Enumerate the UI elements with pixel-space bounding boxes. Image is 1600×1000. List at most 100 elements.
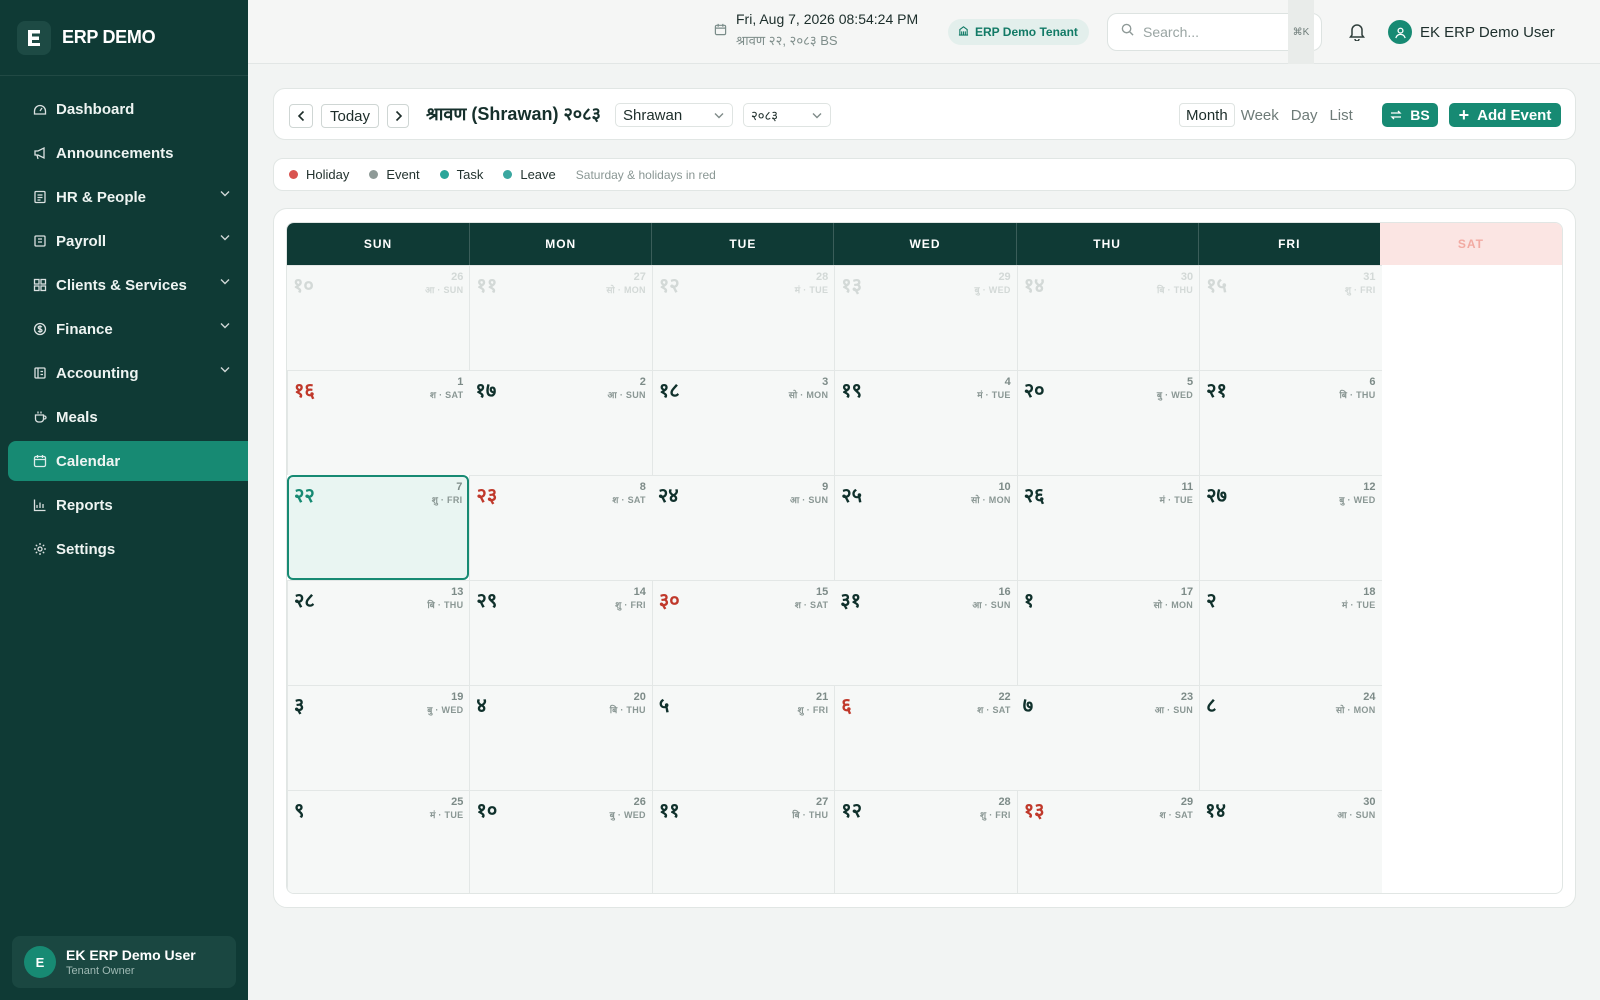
day-cell[interactable]: ६ 22 श · SAT	[834, 685, 1017, 790]
sidebar-item-calendar[interactable]: Calendar	[8, 441, 248, 481]
day-cell[interactable]: ८ 24 सो · MON	[1199, 685, 1382, 790]
weekday-mon: MON	[469, 223, 652, 265]
day-cell[interactable]: ३ 19 बु · WED	[287, 685, 470, 790]
header-user-menu[interactable]: EK ERP Demo User	[1388, 20, 1555, 44]
weekday-label: सो · MON	[971, 495, 1011, 505]
ad-day-number: 24	[1363, 691, 1376, 703]
bs-day-number: १०	[293, 273, 314, 297]
day-cell[interactable]: १९ 4 मं · TUE	[834, 370, 1017, 475]
year-select[interactable]: २०८३	[743, 103, 831, 127]
day-cell[interactable]: २६ 11 मं · TUE	[1016, 475, 1200, 580]
bs-day-number: १	[1023, 588, 1035, 612]
search-input[interactable]	[1143, 24, 1283, 40]
bs-day-number: २९	[476, 588, 498, 612]
weekday-label: श · SAT	[1159, 810, 1194, 820]
day-cell[interactable]: १४ 30 बि · THU	[1016, 265, 1200, 370]
sidebar-nav: Dashboard Announcements HR & People Payroll…	[0, 76, 248, 569]
ad-day-number: 3	[822, 376, 829, 388]
prev-month-button[interactable]	[289, 104, 313, 128]
day-cell[interactable]: २० 5 बु · WED	[1016, 370, 1200, 475]
day-cell[interactable]: २४ 9 आ · SUN	[651, 475, 835, 580]
bs-day-number: ६	[841, 693, 852, 717]
bs-day-number: १३	[1023, 798, 1045, 822]
sidebar-item-dashboard[interactable]: Dashboard	[8, 89, 248, 129]
chart-icon	[32, 497, 48, 513]
day-cell[interactable]: १५ 31 शु · FRI	[1199, 265, 1382, 370]
month-grid: SUN MON TUE WED THU FRI SAT १० 26 आ · SUN ११ 27 सो …	[286, 222, 1563, 894]
weekday-label: मं · TUE	[794, 285, 829, 295]
view-tab-month[interactable]: Month	[1179, 103, 1235, 127]
weekday-label: बु · WED	[1339, 495, 1376, 505]
ad-day-number: 10	[998, 481, 1011, 493]
ad-day-number: 28	[816, 271, 829, 283]
day-cell[interactable]: ३१ 16 आ · SUN	[834, 580, 1017, 685]
ad-day-number: 14	[633, 586, 646, 598]
day-cell[interactable]: ३० 15 श · SAT	[651, 580, 835, 685]
tenant-name: ERP Demo Tenant	[975, 25, 1078, 39]
day-cell[interactable]: १६ 1 श · SAT	[287, 370, 470, 475]
day-cell[interactable]: ५ 21 शु · FRI	[651, 685, 835, 790]
bs-day-number: १४	[1205, 798, 1226, 822]
day-cell[interactable]: १७ 2 आ · SUN	[469, 370, 652, 475]
ad-day-number: 27	[816, 796, 829, 808]
day-cell[interactable]: १२ 28 शु · FRI	[834, 790, 1017, 893]
month-select[interactable]: Shrawan	[615, 103, 733, 127]
day-cell[interactable]: १३ 29 बु · WED	[834, 265, 1017, 370]
ad-day-number: 2	[639, 376, 646, 388]
day-cell[interactable]: १८ 3 सो · MON	[651, 370, 835, 475]
next-month-button[interactable]	[387, 104, 409, 128]
header-user-name: EK ERP Demo User	[1420, 23, 1555, 41]
day-cell[interactable]: २९ 14 शु · FRI	[469, 580, 652, 685]
day-cell[interactable]: ११ 27 सो · MON	[469, 265, 652, 370]
view-tab-list[interactable]: List	[1323, 103, 1358, 127]
today-button[interactable]: Today	[321, 104, 379, 128]
day-cell[interactable]: १० 26 आ · SUN	[287, 265, 470, 370]
sidebar-item-announcements[interactable]: Announcements	[8, 133, 248, 173]
sidebar-item-label: Meals	[56, 408, 98, 426]
sidebar-item-settings[interactable]: Settings	[8, 529, 248, 569]
sidebar-item-meals[interactable]: Meals	[8, 397, 248, 437]
day-cell[interactable]: ९ 25 मं · TUE	[287, 790, 470, 893]
add-event-button[interactable]: + Add Event	[1449, 103, 1561, 127]
ad-day-number: 28	[998, 796, 1011, 808]
calendar-legend: Holiday Event Task Leave Saturday & holidays…	[273, 158, 1576, 191]
day-cell[interactable]: ७ 23 आ · SUN	[1016, 685, 1200, 790]
weekday-label: मं · TUE	[1342, 600, 1376, 610]
day-cell-today[interactable]: २२ 7 शु · FRI	[287, 475, 470, 580]
sidebar: ERP DEMO Dashboard Announcements HR & Peop…	[0, 0, 248, 1000]
day-cell[interactable]: ११ 27 बि · THU	[651, 790, 835, 893]
day-cell[interactable]: २ 18 मं · TUE	[1199, 580, 1382, 685]
ad-day-number: 22	[998, 691, 1011, 703]
tenant-badge[interactable]: ERP Demo Tenant	[948, 19, 1089, 45]
view-tab-day[interactable]: Day	[1285, 103, 1324, 127]
weekday-label: बि · THU	[792, 810, 829, 820]
sidebar-item-clients-services[interactable]: Clients & Services	[8, 265, 248, 305]
view-tab-week[interactable]: Week	[1235, 103, 1285, 127]
day-cell[interactable]: २८ 13 बि · THU	[287, 580, 470, 685]
weekday-label: मं · TUE	[429, 810, 464, 820]
day-cell[interactable]: २३ 8 श · SAT	[469, 475, 652, 580]
day-cell[interactable]: ४ 20 बि · THU	[469, 685, 652, 790]
day-cell[interactable]: २५ 10 सो · MON	[834, 475, 1017, 580]
megaphone-icon	[32, 145, 48, 161]
calendar-system-toggle[interactable]: BS	[1382, 103, 1438, 127]
notifications-bell-icon[interactable]	[1348, 22, 1366, 46]
sidebar-item-reports[interactable]: Reports	[8, 485, 248, 525]
brand[interactable]: ERP DEMO	[0, 0, 248, 76]
day-cell[interactable]: २७ 12 बु · WED	[1199, 475, 1382, 580]
chevron-right-icon	[395, 110, 402, 122]
sidebar-item-label: Settings	[56, 540, 116, 558]
sidebar-user-card[interactable]: E EK ERP Demo User Tenant Owner	[12, 936, 236, 988]
day-cell[interactable]: १० 26 बु · WED	[469, 790, 652, 893]
day-cell[interactable]: २१ 6 बि · THU	[1199, 370, 1382, 475]
day-cell[interactable]: १४ 30 आ · SUN	[1199, 790, 1382, 893]
day-cell[interactable]: १ 17 सो · MON	[1016, 580, 1200, 685]
day-cell[interactable]: १२ 28 मं · TUE	[651, 265, 835, 370]
sidebar-item-payroll[interactable]: Payroll	[8, 221, 248, 261]
calendar-icon	[32, 453, 48, 469]
sidebar-item-hr-people[interactable]: HR & People	[8, 177, 248, 217]
weekday-label: आ · SUN	[1337, 810, 1376, 820]
sidebar-item-accounting[interactable]: Accounting	[8, 353, 248, 393]
sidebar-item-finance[interactable]: Finance	[8, 309, 248, 349]
day-cell[interactable]: १३ 29 श · SAT	[1016, 790, 1200, 893]
